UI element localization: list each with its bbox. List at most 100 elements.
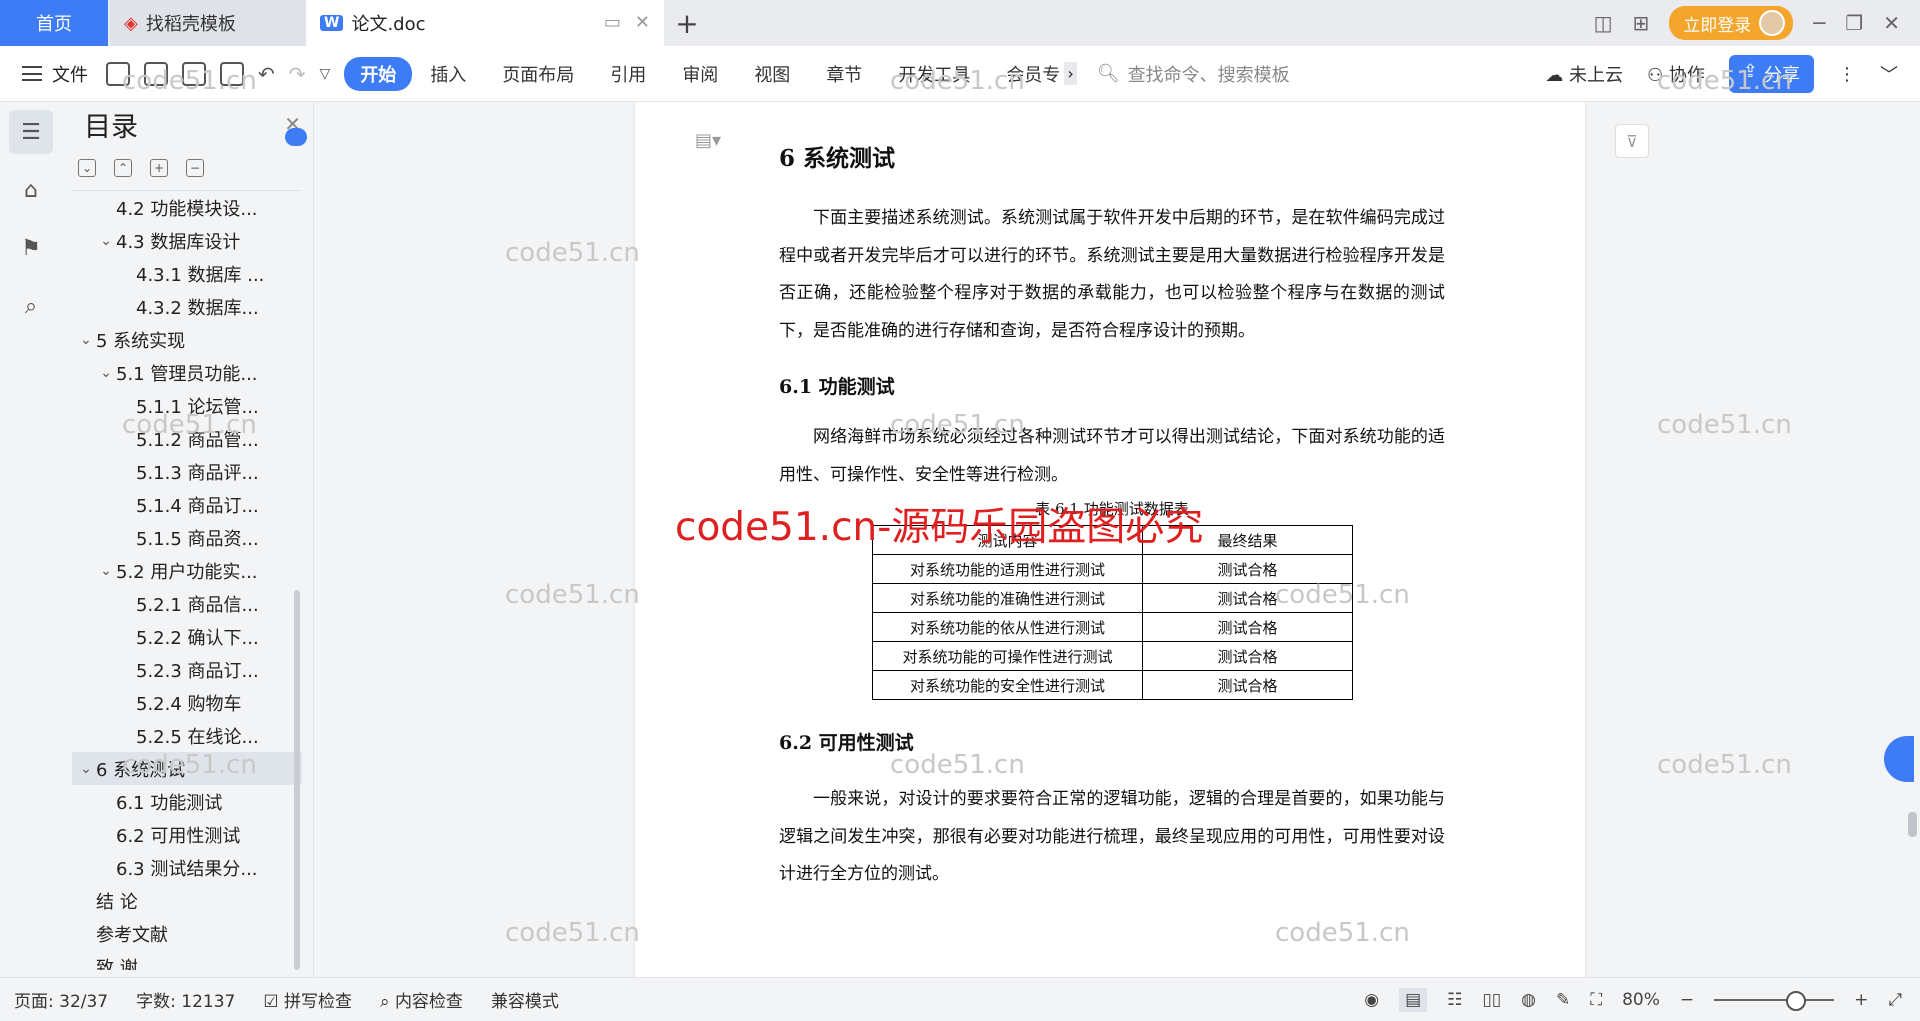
toc-title: 目录 xyxy=(84,111,138,143)
toc-item[interactable]: 参考文献 xyxy=(72,917,302,950)
navigation-icon[interactable]: ⌂ xyxy=(9,168,53,212)
toc-panel-icon[interactable]: ☰ xyxy=(9,110,53,154)
login-button[interactable]: 立即登录 xyxy=(1669,6,1794,40)
toc-item[interactable]: 致 谢 xyxy=(72,950,302,971)
find-icon[interactable]: ⌕ xyxy=(9,284,53,328)
toc-item[interactable]: 5.2.5 在线论... xyxy=(72,719,302,752)
status-bar: 页面: 32/37 字数: 12137 ☑ 拼写检查 ⌕ 内容检查 兼容模式 ◉… xyxy=(0,977,1920,1020)
bookmark-icon[interactable]: ⚑ xyxy=(9,226,53,270)
tab-document[interactable]: W 论文.doc ▭ ✕ xyxy=(306,0,664,46)
read-view-icon[interactable]: ▯▯ xyxy=(1482,990,1501,1010)
page-view-icon[interactable]: ▤ xyxy=(1399,987,1428,1012)
remove-heading-icon[interactable]: − xyxy=(186,159,204,177)
collapse-ribbon-icon[interactable]: ﹀ xyxy=(1880,61,1898,87)
toc-item[interactable]: 6.3 测试结果分... xyxy=(72,851,302,884)
page-menu-icon[interactable]: ▤▾ xyxy=(695,130,721,151)
chevron-down-icon[interactable]: ⌄ xyxy=(76,332,96,348)
toc-item[interactable]: 结 论 xyxy=(72,884,302,917)
menu-member[interactable]: 会员专 xyxy=(988,61,1064,87)
cloud-status[interactable]: ☁ 未上云 xyxy=(1545,61,1623,87)
undo-icon[interactable]: ↶ xyxy=(258,62,275,86)
redo-icon[interactable]: ↷ xyxy=(289,62,306,86)
grid-icon[interactable]: ⊞ xyxy=(1632,11,1649,35)
more-arrow-icon[interactable]: › xyxy=(1064,62,1077,85)
add-heading-icon[interactable]: + xyxy=(150,159,168,177)
chevron-down-icon[interactable]: ▽ xyxy=(320,66,331,82)
content-check[interactable]: ⌕ 内容检查 xyxy=(366,987,477,1012)
toc-item[interactable]: 5.2.2 确认下... xyxy=(72,620,302,653)
toc-item[interactable]: 4.3.1 数据库 ... xyxy=(72,257,302,290)
menu-home[interactable]: 开始 xyxy=(344,56,413,91)
close-icon[interactable]: ✕ xyxy=(635,12,650,33)
print-icon[interactable] xyxy=(182,61,206,86)
monitor-icon[interactable]: ▭ xyxy=(604,12,621,33)
toc-item[interactable]: 6.2 可用性测试 xyxy=(72,818,302,851)
toc-item[interactable]: 5.2.1 商品信... xyxy=(72,587,302,620)
eye-icon[interactable]: ◉ xyxy=(1364,990,1379,1010)
save-icon[interactable] xyxy=(106,61,130,86)
restore-icon[interactable]: ❐ xyxy=(1845,11,1863,35)
chevron-down-icon[interactable]: ⌄ xyxy=(96,563,116,579)
filter-icon[interactable]: ⊽ xyxy=(1615,124,1649,158)
chevron-down-icon[interactable]: ⌄ xyxy=(96,365,116,381)
more-options-icon[interactable]: ⋮ xyxy=(1838,64,1856,85)
toc-item[interactable]: ⌄ 5.2 用户功能实... xyxy=(72,554,302,587)
collapse-all-icon[interactable]: ⌃ xyxy=(114,159,132,177)
outline-view-icon[interactable]: ☷ xyxy=(1447,990,1462,1010)
menu-reference[interactable]: 引用 xyxy=(592,61,664,87)
web-view-icon[interactable]: ◍ xyxy=(1521,990,1536,1010)
menu-chapter[interactable]: 章节 xyxy=(808,61,880,87)
paragraph-1: 下面主要描述系统测试。系统测试属于软件开发中后期的环节，是在软件编码完成过程中或… xyxy=(779,208,1445,341)
command-search[interactable]: 🔍︎ 查找命令、搜索模板 xyxy=(1097,61,1290,87)
zoom-slider[interactable] xyxy=(1714,990,1835,1011)
tab-home[interactable]: 首页 xyxy=(0,0,108,46)
spell-check[interactable]: ☑ 拼写检查 xyxy=(249,987,366,1012)
table-cell: 对系统功能的准确性进行测试 xyxy=(872,583,1143,613)
tab-template[interactable]: ◈ 找稻壳模板 xyxy=(110,0,306,46)
tab-document-label: 论文.doc xyxy=(351,14,426,35)
toc-item[interactable]: 5.1.2 商品管... xyxy=(72,422,302,455)
toc-item[interactable]: 4.2 功能模块设... xyxy=(72,191,302,224)
toc-item[interactable]: 6.1 功能测试 xyxy=(72,785,302,818)
toc-item[interactable]: ⌄ 5 系统实现 xyxy=(72,323,302,356)
toc-item[interactable]: 5.2.3 商品订... xyxy=(72,653,302,686)
toc-item[interactable]: ⌄ 5.1 管理员功能... xyxy=(72,356,302,389)
expand-all-icon[interactable]: ⌄ xyxy=(78,159,96,177)
menu-view[interactable]: 视图 xyxy=(736,61,808,87)
fullscreen-icon[interactable]: ⤢ xyxy=(1888,990,1902,1010)
new-tab-button[interactable]: + xyxy=(664,0,710,46)
export-icon[interactable] xyxy=(144,61,168,86)
toc-item[interactable]: 5.1.3 商品评... xyxy=(72,455,302,488)
close-window-icon[interactable]: ✕ xyxy=(1883,11,1900,35)
vertical-scrollbar[interactable] xyxy=(1905,102,1920,977)
toc-item[interactable]: ⌄ 6 系统测试 xyxy=(72,752,302,785)
minimize-icon[interactable]: ─ xyxy=(1813,11,1825,35)
layout-icon[interactable]: ◫ xyxy=(1594,11,1613,35)
ai-assistant-icon[interactable] xyxy=(285,128,307,146)
toc-item[interactable]: 5.1.4 商品订... xyxy=(72,488,302,521)
collab-button[interactable]: ⚇ 协作 xyxy=(1647,61,1705,87)
menu-review[interactable]: 审阅 xyxy=(664,61,736,87)
file-menu-button[interactable]: 文件 xyxy=(0,61,106,87)
menu-layout[interactable]: 页面布局 xyxy=(484,61,592,87)
preview-icon[interactable] xyxy=(220,61,244,86)
toc-scrollbar[interactable] xyxy=(294,590,300,970)
toc-item[interactable]: 5.2.4 购物车 xyxy=(72,686,302,719)
pen-icon[interactable]: ✎ xyxy=(1556,990,1570,1010)
word-count[interactable]: 字数: 12137 xyxy=(122,987,249,1012)
zoom-in-icon[interactable]: + xyxy=(1854,990,1868,1010)
fit-icon[interactable]: ⛶ xyxy=(1590,990,1602,1010)
chevron-down-icon[interactable]: ⌄ xyxy=(76,761,96,777)
chevron-down-icon[interactable]: ⌄ xyxy=(96,233,116,249)
toc-item[interactable]: 5.1.1 论坛管... xyxy=(72,389,302,422)
toc-item[interactable]: ⌄ 4.3 数据库设计 xyxy=(72,224,302,257)
zoom-level[interactable]: 80% xyxy=(1622,990,1660,1010)
menu-developer[interactable]: 开发工具 xyxy=(880,61,988,87)
table-cell: 对系统功能的可操作性进行测试 xyxy=(872,641,1143,671)
zoom-out-icon[interactable]: − xyxy=(1680,990,1694,1010)
scroll-thumb[interactable] xyxy=(1908,812,1917,837)
toc-item[interactable]: 5.1.5 商品资... xyxy=(72,521,302,554)
menu-insert[interactable]: 插入 xyxy=(412,61,484,87)
share-button[interactable]: ⇪ 分享 xyxy=(1728,55,1814,93)
toc-item[interactable]: 4.3.2 数据库... xyxy=(72,290,302,323)
